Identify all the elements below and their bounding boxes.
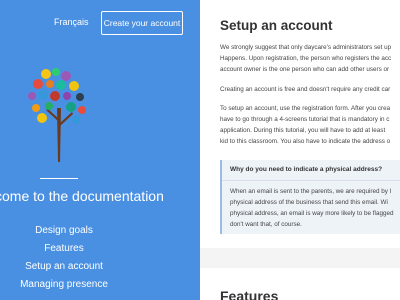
- paragraph-free: Creating an account is free and doesn't …: [220, 84, 400, 95]
- text-line: application. During this tutorial, you w…: [220, 127, 386, 134]
- text-line: To setup an account, use the registratio…: [220, 105, 391, 112]
- text-line: have to go through a 4-screens tutorial …: [220, 116, 390, 123]
- text-line: We strongly suggest that only daycare's …: [220, 44, 392, 51]
- text-line: physical address, an email is way more l…: [230, 210, 394, 217]
- text-line: When an email is sent to the parents, we…: [230, 188, 392, 195]
- text-line: Happens. Upon registration, the person w…: [220, 55, 392, 62]
- create-account-button[interactable]: Create your account: [101, 11, 183, 35]
- welcome-heading: come to the documentation: [0, 188, 164, 204]
- section-separator: [200, 248, 400, 268]
- text-line: kid to this classroom. You also have to …: [220, 138, 391, 145]
- sidebar-divider: [40, 178, 78, 179]
- language-link-francais[interactable]: Français: [54, 17, 89, 27]
- callout-divider: [222, 180, 400, 181]
- paragraph-intro: We strongly suggest that only daycare's …: [220, 42, 400, 75]
- text-line: account owner is the one person who can …: [220, 66, 390, 73]
- info-callout: Why do you need to indicate a physical a…: [220, 160, 400, 234]
- nav-item-features[interactable]: Features: [0, 240, 128, 258]
- callout-body: When an email is sent to the parents, we…: [230, 186, 393, 230]
- next-section-heading: Features: [220, 288, 279, 300]
- nav-item-design-goals[interactable]: Design goals: [0, 222, 128, 240]
- nav-item-managing-presence[interactable]: Managing presence: [0, 276, 128, 294]
- sidebar: Français Create your account come to the…: [0, 0, 200, 300]
- tree-logo-icon: [28, 68, 86, 162]
- text-line: Creating an account is free and doesn't …: [220, 86, 391, 93]
- callout-title: Why do you need to indicate a physical a…: [230, 166, 383, 173]
- section-title: Setup an account: [220, 18, 333, 33]
- nav-item-setup-account[interactable]: Setup an account: [0, 258, 128, 276]
- text-line: physical address of the business that se…: [230, 199, 388, 206]
- sidebar-nav: Design goals Features Setup an account M…: [0, 222, 128, 294]
- paragraph-registration: To setup an account, use the registratio…: [220, 103, 400, 147]
- text-line: don't want that, of course.: [230, 221, 302, 228]
